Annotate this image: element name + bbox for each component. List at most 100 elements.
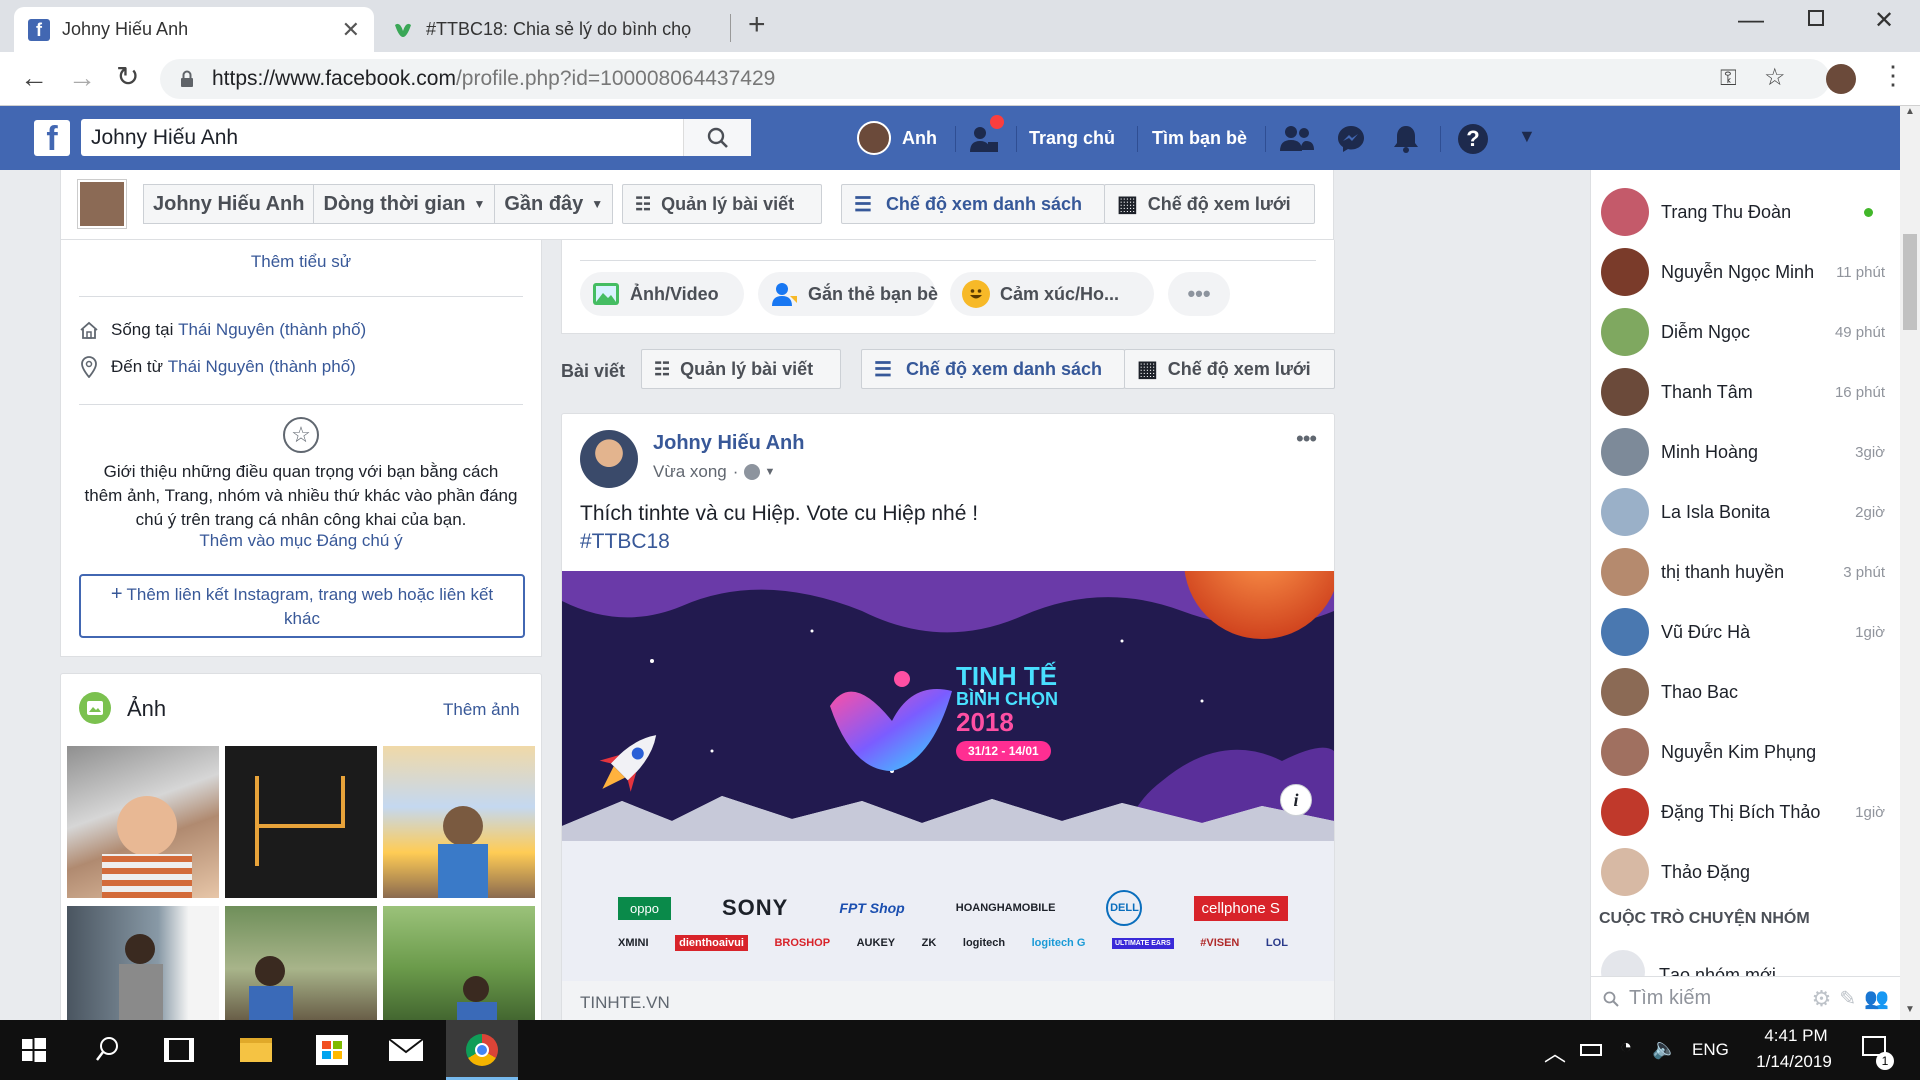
globe-icon[interactable] [744,464,761,480]
chrome-profile-avatar[interactable] [1826,64,1856,94]
page-scrollbar[interactable]: ▲ ▼ [1900,106,1920,1020]
add-featured-link[interactable]: Thêm vào mục Đáng chú ý [199,531,402,550]
chat-contact[interactable]: Trang Thu Đoàn [1591,182,1891,242]
manage-posts-button-2[interactable]: ☷ Quản lý bài viết [641,349,841,389]
list-view-button-2[interactable]: ☰ Chế độ xem danh sách [861,349,1125,389]
post-author-avatar[interactable] [580,430,638,488]
chrome-taskbar-button[interactable] [446,1020,518,1080]
chat-contact[interactable]: Nguyễn Ngọc Minh 11 phút [1591,242,1891,302]
reload-icon[interactable]: ↻ [116,60,139,93]
recent-dropdown[interactable]: Gần đây ▼ [495,185,612,223]
photo-thumbnail[interactable] [225,906,377,1032]
volume-icon[interactable]: 🔈 [1652,1036,1677,1061]
profile-avatar[interactable] [857,121,891,155]
search-button[interactable] [683,119,751,156]
mail-icon[interactable] [388,1038,424,1062]
browser-tab-facebook[interactable]: f Johny Hiếu Anh ✕ [14,7,374,52]
timeline-dropdown[interactable]: Dòng thời gian ▼ [314,185,496,223]
info-icon[interactable]: i [1280,784,1312,816]
chat-contact[interactable]: Diễm Ngọc 49 phút [1591,302,1891,362]
featured-star-icon: ☆ [283,417,319,453]
edit-bio-link[interactable]: Thêm tiểu sử [61,252,541,272]
photo-video-button[interactable]: Ảnh/Video [580,272,744,316]
timeline-name-button[interactable]: Johny Hiếu Anh [144,185,315,223]
show-hidden-icons-icon[interactable]: ︿ [1544,1036,1566,1068]
browser-tab-tinhte[interactable]: #TTBC18: Chia sẻ lý do bình chọ [378,7,734,52]
contact-last-active: 16 phút [1834,383,1885,401]
facebook-logo-icon[interactable]: f [34,120,70,156]
tag-friends-button[interactable]: Gắn thẻ bạn bè [758,272,938,316]
clock-date[interactable]: 1/14/2019 [1744,1052,1844,1072]
nav-find-friends[interactable]: Tìm bạn bè [1152,106,1247,170]
privacy-chevron-icon[interactable]: ▼ [764,466,775,478]
timeline-avatar[interactable] [78,180,126,228]
battery-icon[interactable] [1580,1044,1602,1056]
chat-contact[interactable]: Thao Bac [1591,662,1891,722]
photo-thumbnail[interactable] [67,746,219,898]
new-message-icon[interactable]: ✎ [1839,986,1856,1011]
chat-contact[interactable]: Thảo Đặng [1591,842,1891,902]
forward-icon[interactable]: → [68,62,96,94]
add-links-button[interactable]: + Thêm liên kết Instagram, trang web hoặc… [79,574,525,638]
search-taskbar-icon[interactable] [96,1036,120,1062]
restore-icon[interactable] [1808,10,1824,26]
more-options-icon[interactable]: ••• [1168,272,1230,316]
close-tab-icon[interactable]: ✕ [342,17,360,43]
photo-thumbnail[interactable] [383,906,535,1032]
nav-home[interactable]: Trang chủ [1029,106,1115,170]
file-explorer-icon[interactable] [240,1038,272,1062]
lives-prefix: Sống tại [111,320,174,339]
chat-contact[interactable]: Minh Hoàng 3giờ [1591,422,1891,482]
account-menu-icon[interactable]: ▼ [1518,126,1536,147]
scrollbar-thumb[interactable] [1903,234,1917,330]
add-links-label: Thêm liên kết Instagram, trang web hoặc … [126,584,494,628]
close-window-icon[interactable]: ✕ [1874,6,1894,35]
chrome-menu-icon[interactable]: ⋮ [1880,60,1906,91]
language-indicator[interactable]: ENG [1692,1040,1729,1060]
photo-thumbnail[interactable] [225,746,377,898]
chat-search-input[interactable]: Tìm kiếm [1629,987,1812,1010]
new-tab-icon[interactable]: + [748,8,766,42]
grid-view-button[interactable]: ▦ Chế độ xem lưới [1104,184,1315,224]
photo-thumbnail[interactable] [67,906,219,1032]
nav-profile-name[interactable]: Anh [902,106,937,170]
chat-contact[interactable]: Thanh Tâm 16 phút [1591,362,1891,422]
friends-icon[interactable] [1280,124,1314,152]
chat-contact[interactable]: Vũ Đức Hà 1giờ [1591,602,1891,662]
chat-contact[interactable]: La Isla Bonita 2giờ [1591,482,1891,542]
search-input[interactable]: Johny Hiếu Anh [81,119,751,156]
list-view-button[interactable]: ☰ Chế độ xem danh sách [841,184,1105,224]
messenger-icon[interactable] [1336,124,1366,154]
photo-thumbnail[interactable] [383,746,535,898]
chat-settings-gear-icon[interactable]: ⚙ [1812,986,1832,1012]
lives-city-link[interactable]: Thái Nguyên (thành phố) [178,320,366,340]
help-icon[interactable]: ? [1458,124,1488,154]
address-bar[interactable]: https://www.facebook.com/profile.php?id=… [160,59,1830,99]
chat-contact[interactable]: Đặng Thị Bích Thảo 1giờ [1591,782,1891,842]
windows-taskbar: ︿ ◔ 🔈 ENG 4:41 PM 1/14/2019 1 [0,1020,1920,1080]
back-icon[interactable]: ← [20,62,48,94]
store-icon[interactable] [316,1035,348,1065]
create-group-icon[interactable]: 👥 [1864,986,1889,1011]
windows-start-icon[interactable] [22,1038,46,1062]
chat-contact[interactable]: thị thanh huyền 3 phút [1591,542,1891,602]
manage-posts-button[interactable]: ☷ Quản lý bài viết [622,184,822,224]
add-photos-link[interactable]: Thêm ảnh [443,700,520,720]
feeling-activity-button[interactable]: Cảm xúc/Ho... [950,272,1154,316]
from-city-link[interactable]: Thái Nguyên (thành phố) [168,357,356,377]
post-hashtag[interactable]: #TTBC18 [580,530,670,553]
bookmark-star-icon[interactable]: ☆ [1764,63,1786,92]
post-link-image[interactable]: TINH TẾ BÌNH CHỌN 2018 31/12 - 14/01 opp… [562,571,1334,981]
minimize-icon[interactable]: — [1738,4,1764,35]
key-icon[interactable]: ⚿ [1720,65,1737,91]
post-options-icon[interactable]: ••• [1296,426,1317,452]
chat-contact[interactable]: Nguyễn Kim Phụng [1591,722,1891,782]
grid-view-button-2[interactable]: ▦ Chế độ xem lưới [1124,349,1335,389]
sponsor-logo: ZK [921,937,937,949]
task-view-icon[interactable] [164,1038,194,1062]
notifications-bell-icon[interactable] [1392,124,1420,154]
clock-time[interactable]: 4:41 PM [1756,1026,1836,1046]
post-time[interactable]: Vừa xong [653,462,727,482]
post-author-name[interactable]: Johny Hiếu Anh [653,432,804,455]
wifi-icon[interactable]: ◔ [1620,1036,1632,1059]
